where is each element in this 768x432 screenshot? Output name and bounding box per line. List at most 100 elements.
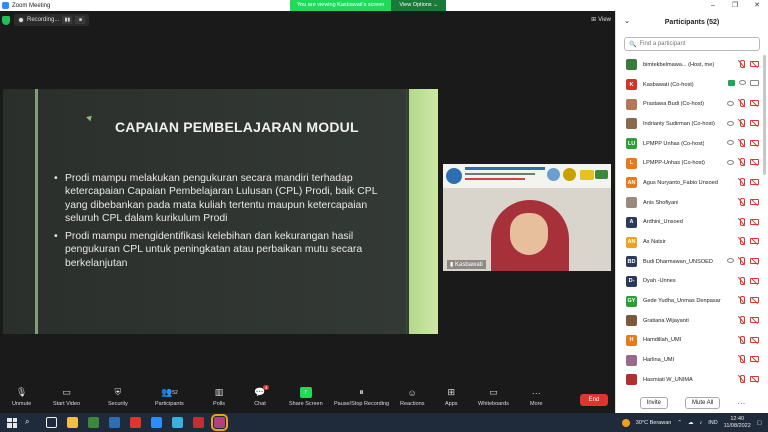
institution-logo xyxy=(547,168,560,181)
participant-name: Hamdillah_UMI xyxy=(643,337,682,344)
participant-row[interactable]: L LPMPP-Unhas (Co-host) xyxy=(616,153,762,173)
tray-chevron-icon[interactable]: ⌃ xyxy=(677,420,682,426)
pause-recording-button[interactable]: ▮▮ xyxy=(62,16,73,24)
recording-indicator: Recording... ▮▮ ■ xyxy=(14,14,90,26)
speaker-video-tile[interactable]: ▮ Kasbawati xyxy=(443,164,611,271)
apps-button[interactable]: ⊞ Apps xyxy=(445,387,458,407)
banner-text-line xyxy=(465,167,545,170)
participant-status-icons xyxy=(727,99,759,108)
participant-status-icons xyxy=(727,158,759,167)
polls-button[interactable]: ▥ Polls xyxy=(213,387,225,407)
participants-button[interactable]: 👥 52 Participants xyxy=(155,387,184,407)
participant-status-icons xyxy=(738,296,759,305)
whiteboards-button[interactable]: ▭ Whiteboards xyxy=(478,387,509,407)
participant-row[interactable]: AN As Natsir xyxy=(616,232,762,252)
language-indicator[interactable]: IND xyxy=(708,420,717,426)
mic-muted-icon xyxy=(738,119,746,128)
search-icon: 🔍 xyxy=(629,41,637,48)
participant-name: bimtekbelmawa... (Host, me) xyxy=(643,61,715,68)
eye-icon xyxy=(727,159,734,165)
network-icon[interactable]: ☁ xyxy=(688,420,694,426)
participant-row[interactable]: AN Agus Nuryanto_Fabio Unsoed xyxy=(616,173,762,193)
chat-button[interactable]: 💬 4 Chat xyxy=(254,385,269,407)
taskbar-app-icon[interactable] xyxy=(67,417,78,428)
volume-icon[interactable]: ♪ xyxy=(699,420,702,426)
more-button[interactable]: ··· More xyxy=(530,387,543,408)
mic-muted-icon xyxy=(738,197,746,206)
participant-row[interactable]: GY Gede Yudha_Unmas Denpasar xyxy=(616,291,762,311)
participant-name: Prastawa Budi (Co-host) xyxy=(643,101,704,108)
minimize-button[interactable]: – xyxy=(702,0,724,11)
participant-row[interactable]: BD Budi Dharmawan_UNSOED xyxy=(616,252,762,272)
participants-title: Participants (52) xyxy=(664,18,720,26)
participant-row[interactable]: LU LPMPP Unhas (Co-host) xyxy=(616,134,762,154)
participant-row[interactable]: Harlina_UMI xyxy=(616,350,762,370)
taskbar-app-icon[interactable] xyxy=(172,417,183,428)
slide-bullet: Prodi mampu mengidentifikasi kelebihan d… xyxy=(54,230,394,270)
taskbar-app-icon[interactable] xyxy=(109,417,120,428)
notification-icon[interactable]: ▢ xyxy=(757,420,762,426)
view-options-button[interactable]: View Options ⌄ xyxy=(391,0,446,11)
task-view-icon[interactable] xyxy=(46,417,57,428)
search-icon[interactable]: ⌕ xyxy=(25,417,36,428)
slide-title: CAPAIAN PEMBELAJARAN MODUL xyxy=(115,119,359,135)
participant-row[interactable]: H Hamdillah_UMI xyxy=(616,331,762,351)
participant-status-icons xyxy=(738,276,759,285)
view-button[interactable]: ⊞ View xyxy=(591,16,611,24)
taskbar-app-icon[interactable] xyxy=(130,417,141,428)
institution-logo xyxy=(595,170,608,179)
share-screen-button[interactable]: ↑ Share Screen xyxy=(289,387,323,407)
participant-row[interactable]: Prastawa Budi (Co-host) xyxy=(616,94,762,114)
clock[interactable]: 12:40 11/08/2022 xyxy=(724,416,751,430)
security-button[interactable]: ⛨ Security xyxy=(108,387,128,407)
more-options-button[interactable]: ··· xyxy=(737,399,745,408)
shield-icon xyxy=(2,15,10,25)
taskbar-app-icon[interactable] xyxy=(211,414,228,431)
participant-row[interactable]: A Ardhini_Unsoed xyxy=(616,213,762,233)
unmute-button[interactable]: 🎙 Unmute xyxy=(12,387,31,407)
participant-row[interactable]: Anis Shofiyani xyxy=(616,193,762,213)
participant-row[interactable]: Hasmiati W_UNIMA xyxy=(616,370,762,390)
security-label: Security xyxy=(108,401,128,407)
maximize-button[interactable]: ❐ xyxy=(724,0,746,11)
clock-date: 11/08/2022 xyxy=(723,422,751,429)
participants-header: ⌄ Participants (52) xyxy=(616,11,768,33)
start-video-button[interactable]: ▭ Start Video xyxy=(53,387,80,407)
participant-row[interactable]: K Kasbawati (Co-host) xyxy=(616,75,762,95)
taskbar-app-icon[interactable] xyxy=(193,417,204,428)
institution-logo xyxy=(446,168,462,184)
participant-list-scrollbar[interactable] xyxy=(763,55,766,175)
eye-icon xyxy=(727,140,734,146)
avatar: H xyxy=(626,334,637,346)
slide-left-accent xyxy=(35,89,38,334)
participant-row[interactable]: bimtekbelmawa... (Host, me) xyxy=(616,55,762,75)
windows-start-icon[interactable] xyxy=(7,417,17,428)
mic-muted-icon xyxy=(738,375,746,383)
avatar xyxy=(626,98,637,110)
taskbar-app-icon[interactable] xyxy=(151,417,162,428)
pause-stop-recording-button[interactable]: ⏸ Pause/Stop Recording xyxy=(334,387,389,407)
participant-search-input[interactable]: 🔍 Find a participant xyxy=(624,37,760,51)
chevron-down-icon[interactable]: ⌄ xyxy=(624,17,630,25)
taskbar-app-icon[interactable] xyxy=(88,417,99,428)
mute-all-button[interactable]: Mute All xyxy=(685,397,721,409)
view-button-label: View xyxy=(598,16,611,23)
invite-button[interactable]: Invite xyxy=(639,397,668,409)
mic-muted-icon xyxy=(738,355,746,364)
end-meeting-button[interactable]: End xyxy=(580,394,608,406)
participants-icon: 👥 52 xyxy=(160,387,178,397)
participant-name: Gede Yudha_Unmas Denpasar xyxy=(643,298,721,305)
video-off-icon xyxy=(750,297,759,304)
reactions-label: Reactions xyxy=(400,401,425,407)
video-off-icon xyxy=(750,257,759,264)
stop-recording-button[interactable]: ■ xyxy=(75,16,86,24)
mic-muted-icon xyxy=(738,178,746,187)
reactions-button[interactable]: ☺ Reactions xyxy=(400,387,425,408)
taskbar-apps xyxy=(67,414,235,431)
participant-row[interactable]: D- Dyah -Unnes xyxy=(616,272,762,292)
participant-row[interactable]: Indrianty Sudirman (Co-host) xyxy=(616,114,762,134)
avatar xyxy=(626,59,637,71)
participant-row[interactable]: Gratiana Wijayanti xyxy=(616,311,762,331)
close-button[interactable]: ✕ xyxy=(746,0,768,11)
share-screen-label: Share Screen xyxy=(289,401,323,407)
